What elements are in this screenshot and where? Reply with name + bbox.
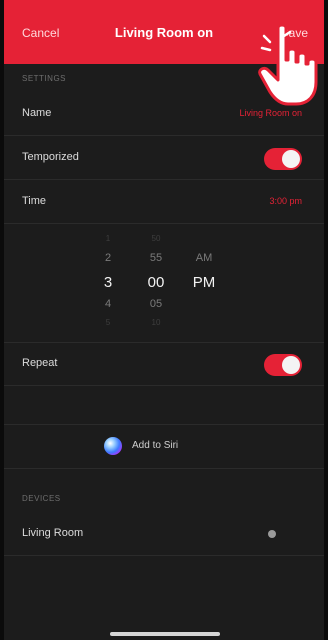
devices-section-header: DEVICES [22, 494, 61, 503]
settings-section-header: SETTINGS [22, 74, 67, 83]
divider [4, 468, 324, 469]
time-row[interactable]: Time 3:00 pm [4, 180, 324, 224]
period-option[interactable]: AM [184, 252, 224, 264]
name-value[interactable]: Living Room on [239, 108, 302, 118]
toggle-knob [282, 150, 300, 168]
minute-option-selected[interactable]: 00 [136, 274, 176, 291]
minute-option[interactable]: 10 [136, 318, 176, 327]
toggle-knob [282, 356, 300, 374]
device-status-dot-icon [268, 530, 276, 538]
repeat-row: Repeat [4, 342, 324, 386]
add-to-siri-label: Add to Siri [132, 440, 179, 451]
time-label: Time [22, 195, 47, 207]
hour-option[interactable]: 2 [88, 252, 128, 264]
siri-icon [104, 437, 122, 455]
add-to-siri-button[interactable]: Add to Siri [4, 424, 324, 468]
period-option-selected[interactable]: PM [184, 274, 224, 291]
time-picker[interactable]: 1 2 3 4 5 50 55 00 05 10 AM PM [4, 222, 324, 343]
minute-option[interactable]: 05 [136, 298, 176, 310]
minute-option[interactable]: 55 [136, 252, 176, 264]
temporized-row: Temporized [4, 136, 324, 180]
minute-option[interactable]: 50 [136, 234, 176, 243]
navigation-bar: Cancel Living Room on Save [4, 0, 324, 106]
device-label: Living Room [22, 527, 84, 539]
time-value[interactable]: 3:00 pm [269, 196, 302, 206]
scene-edit-screen: Cancel Living Room on Save SETTINGS Name… [4, 0, 324, 640]
name-label: Name [22, 107, 52, 119]
repeat-toggle[interactable] [264, 354, 302, 376]
home-indicator[interactable] [110, 632, 220, 636]
hour-option[interactable]: 1 [88, 234, 128, 243]
hour-option[interactable]: 4 [88, 298, 128, 310]
hour-option[interactable]: 5 [88, 318, 128, 327]
repeat-label: Repeat [22, 357, 58, 369]
name-row[interactable]: Name Living Room on [4, 92, 324, 136]
device-row-living-room[interactable]: Living Room [4, 512, 324, 556]
temporized-label: Temporized [22, 151, 79, 163]
hour-option-selected[interactable]: 3 [88, 274, 128, 291]
temporized-toggle[interactable] [264, 148, 302, 170]
